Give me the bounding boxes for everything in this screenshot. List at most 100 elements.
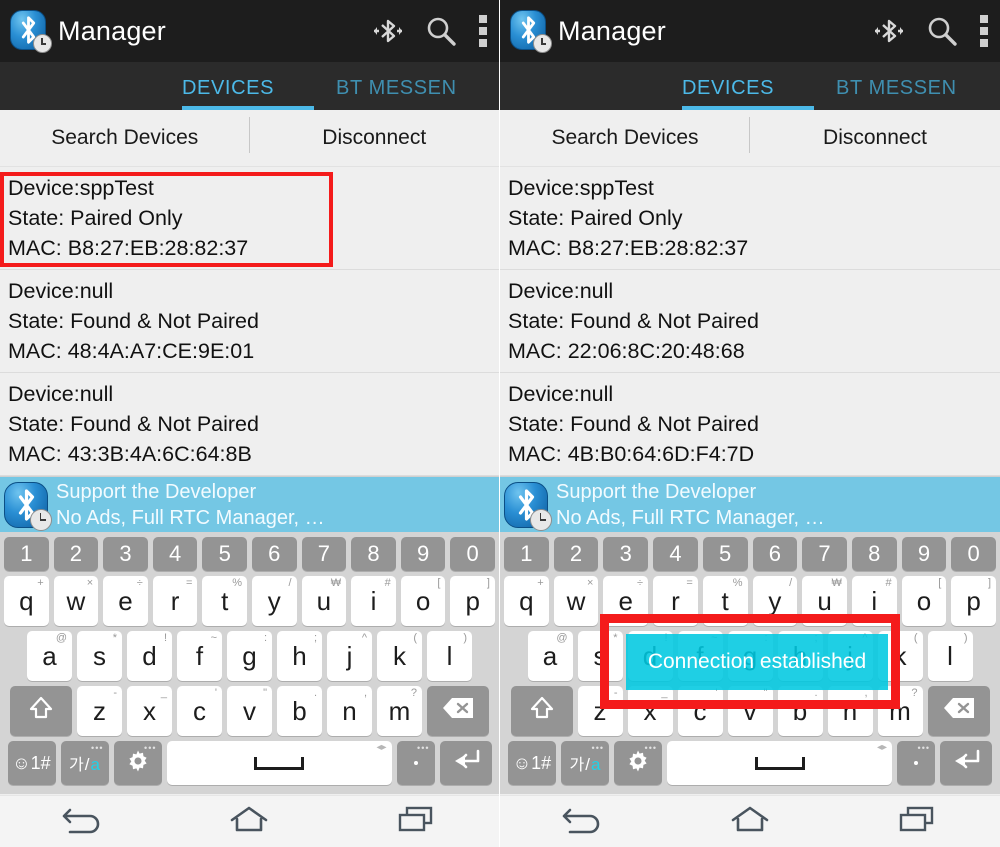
key-1[interactable]: 1	[4, 537, 49, 571]
key-9[interactable]: 9	[400, 537, 446, 571]
key-t[interactable]: % t	[202, 576, 247, 626]
key-j[interactable]: ^ j	[327, 631, 372, 681]
key-b[interactable]: .b	[777, 686, 823, 736]
key-3[interactable]: 3	[603, 537, 649, 571]
key-2[interactable]: 2	[553, 537, 599, 571]
ad-banner[interactable]: Support the Developer No Ads, Full RTC M…	[0, 476, 499, 532]
key-5[interactable]: 5	[702, 537, 748, 571]
key-w[interactable]: × w	[553, 576, 599, 626]
key-8[interactable]: 8	[851, 537, 897, 571]
shift-key[interactable]	[10, 686, 72, 736]
search-icon[interactable]	[425, 15, 457, 47]
key-k[interactable]: (k	[877, 631, 923, 681]
key-6[interactable]: 6	[752, 537, 798, 571]
key-s[interactable]: * s	[77, 631, 122, 681]
key-q[interactable]: + q	[4, 576, 49, 626]
key-i[interactable]: # i	[851, 576, 897, 626]
keyboard-settings-key[interactable]: •••	[614, 741, 662, 785]
device-list-item[interactable]: Device:null State: Found & Not Paired MA…	[500, 373, 1000, 476]
overflow-menu-icon[interactable]	[479, 15, 487, 47]
tab-bt-messenger[interactable]: BT MESSEN	[836, 77, 957, 110]
key-d[interactable]: ! d	[627, 631, 673, 681]
key-1[interactable]: 1	[503, 537, 549, 571]
key-p[interactable]: ] p	[450, 576, 495, 626]
tab-bt-messenger[interactable]: BT MESSEN	[336, 77, 457, 110]
key-u[interactable]: ₩ u	[301, 576, 347, 626]
device-list-item[interactable]: Device:null State: Found & Not Paired MA…	[0, 270, 499, 373]
key-m[interactable]: ? m	[877, 686, 923, 736]
key-2[interactable]: 2	[53, 537, 99, 571]
key-w[interactable]: × w	[53, 576, 99, 626]
enter-key[interactable]	[940, 741, 992, 785]
ad-banner[interactable]: Support the Developer No Ads, Full RTC M…	[500, 476, 1000, 532]
key-4[interactable]: 4	[152, 537, 198, 571]
language-toggle-key[interactable]: ••• 가 / a	[561, 741, 609, 785]
key-i[interactable]: # i	[351, 576, 396, 626]
key-f[interactable]: ~ f	[177, 631, 222, 681]
key-u[interactable]: ₩ u	[802, 576, 847, 626]
period-key[interactable]: •••	[396, 741, 435, 785]
key-q[interactable]: + q	[503, 576, 549, 626]
key-y[interactable]: / y	[252, 576, 297, 626]
search-devices-button[interactable]: Search Devices	[500, 117, 750, 153]
key-6[interactable]: 6	[252, 537, 297, 571]
key-d[interactable]: ! d	[127, 631, 172, 681]
device-list-item[interactable]: Device:sppTest State: Paired Only MAC: B…	[0, 167, 499, 270]
device-list-item[interactable]: Device:null State: Found & Not Paired MA…	[0, 373, 499, 476]
key-a[interactable]: @ a	[527, 631, 573, 681]
search-devices-button[interactable]: Search Devices	[0, 117, 250, 153]
key-f[interactable]: ~ f	[677, 631, 723, 681]
home-button[interactable]	[727, 804, 773, 839]
key-0[interactable]: 0	[450, 537, 495, 571]
disconnect-button[interactable]: Disconnect	[750, 126, 1000, 150]
key-s[interactable]: * s	[577, 631, 623, 681]
key-r[interactable]: = r	[653, 576, 698, 626]
key-g[interactable]: :g	[227, 631, 272, 681]
key-l[interactable]: ) l	[927, 631, 973, 681]
key-g[interactable]: :g	[727, 631, 773, 681]
key-l[interactable]: ) l	[427, 631, 472, 681]
space-key[interactable]: ◂▸	[166, 741, 392, 785]
key-0[interactable]: 0	[951, 537, 997, 571]
key-v[interactable]: " v	[227, 686, 272, 736]
keyboard-settings-key[interactable]: •••	[113, 741, 162, 785]
enter-key[interactable]	[439, 741, 492, 785]
period-key[interactable]: •••	[897, 741, 935, 785]
overflow-menu-icon[interactable]	[980, 15, 988, 47]
language-toggle-key[interactable]: ••• 가 / a	[60, 741, 109, 785]
key-p[interactable]: ] p	[951, 576, 997, 626]
key-n[interactable]: ,n	[327, 686, 372, 736]
space-key[interactable]: ◂▸	[667, 741, 892, 785]
key-3[interactable]: 3	[103, 537, 148, 571]
key-4[interactable]: 4	[653, 537, 698, 571]
symbols-key[interactable]: ☺1#	[508, 741, 556, 785]
key-x[interactable]: _ x	[127, 686, 172, 736]
key-m[interactable]: ? m	[377, 686, 422, 736]
key-a[interactable]: @ a	[27, 631, 72, 681]
key-h[interactable]: ; h	[777, 631, 823, 681]
key-e[interactable]: ÷ e	[103, 576, 148, 626]
key-t[interactable]: % t	[702, 576, 748, 626]
disconnect-button[interactable]: Disconnect	[250, 126, 500, 150]
key-n[interactable]: ,n	[827, 686, 873, 736]
key-8[interactable]: 8	[351, 537, 396, 571]
key-z[interactable]: -z	[77, 686, 122, 736]
key-e[interactable]: ÷ e	[603, 576, 649, 626]
bluetooth-transfer-icon[interactable]	[373, 17, 403, 45]
back-button[interactable]	[560, 804, 606, 839]
device-list-item[interactable]: Device:null State: Found & Not Paired MA…	[500, 270, 1000, 373]
key-z[interactable]: -z	[577, 686, 623, 736]
key-k[interactable]: (k	[377, 631, 422, 681]
bluetooth-transfer-icon[interactable]	[874, 17, 904, 45]
device-list-item[interactable]: Device:sppTest State: Paired Only MAC: B…	[500, 167, 1000, 270]
key-r[interactable]: = r	[152, 576, 198, 626]
symbols-key[interactable]: ☺1#	[7, 741, 56, 785]
key-b[interactable]: .b	[277, 686, 322, 736]
key-j[interactable]: ^ j	[827, 631, 873, 681]
key-9[interactable]: 9	[901, 537, 947, 571]
key-y[interactable]: / y	[752, 576, 798, 626]
backspace-key[interactable]	[927, 686, 990, 736]
key-h[interactable]: ; h	[277, 631, 322, 681]
key-o[interactable]: [o	[400, 576, 446, 626]
recents-button[interactable]	[894, 804, 940, 839]
